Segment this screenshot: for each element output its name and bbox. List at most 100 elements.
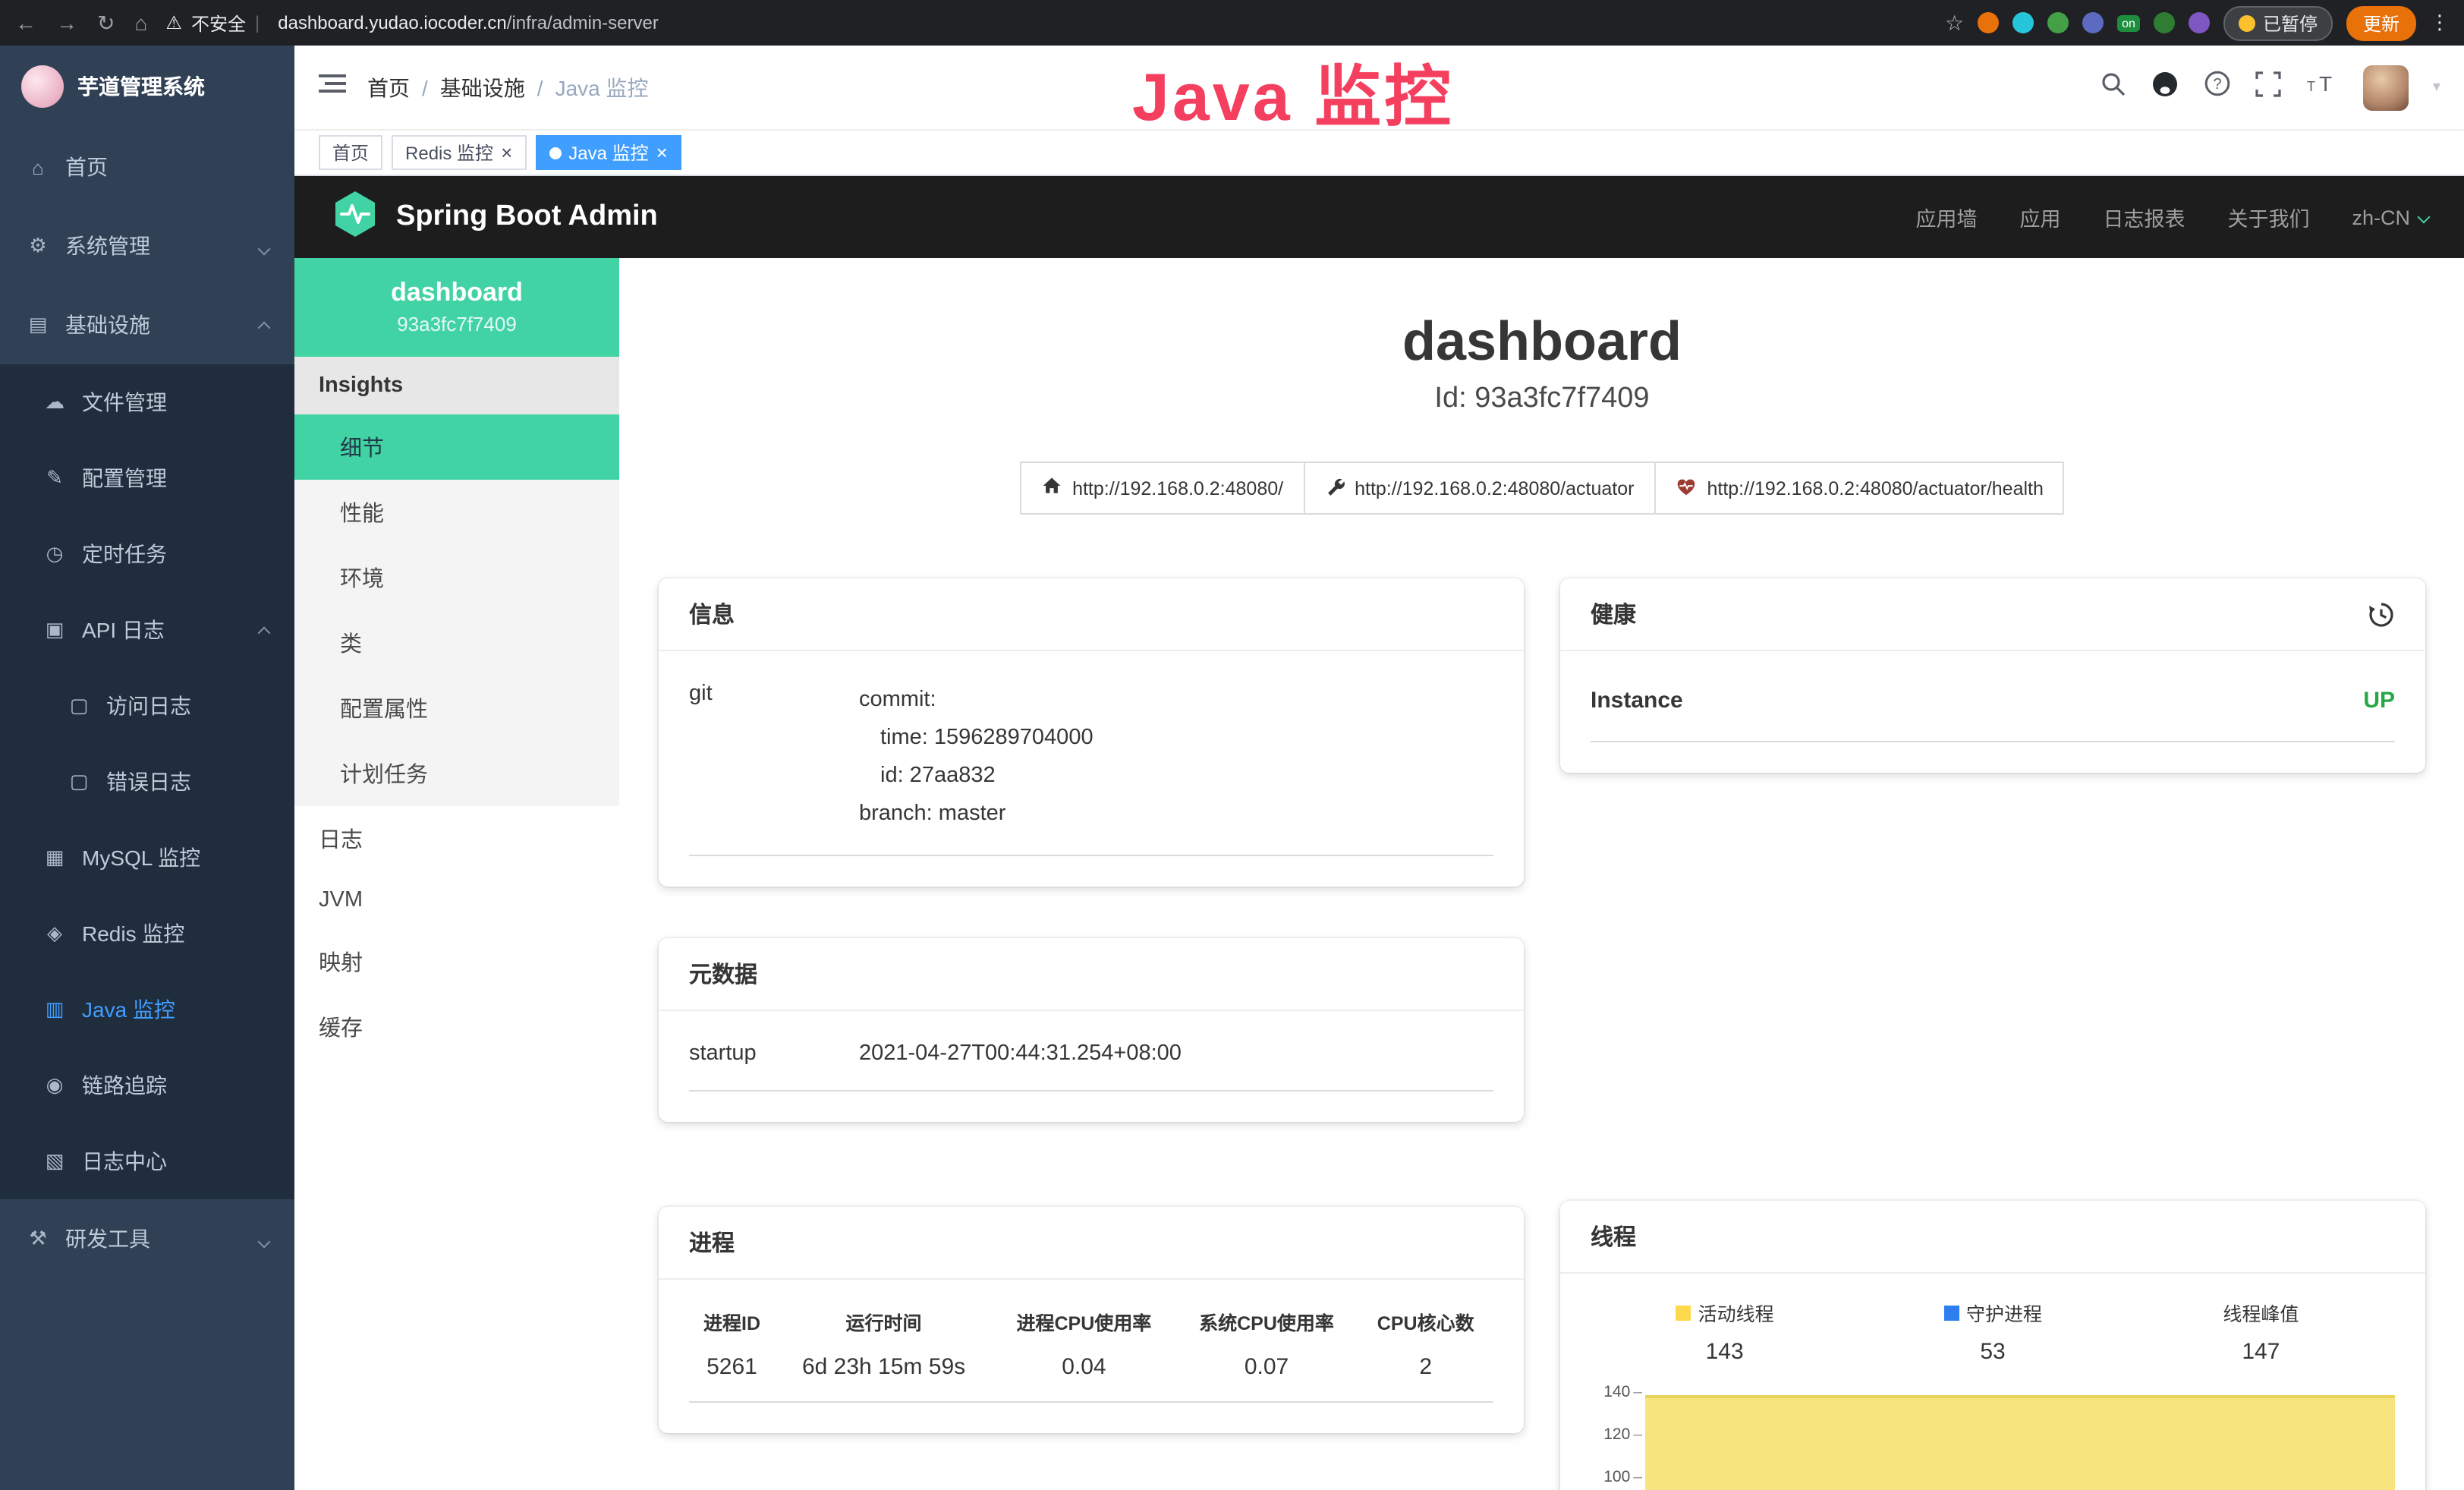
sidebar-item-label: Redis 监控 — [82, 918, 184, 949]
tab-home[interactable]: 首页 — [319, 135, 382, 170]
sidebar-item-scheduled-jobs[interactable]: ◷ 定时任务 — [0, 516, 294, 592]
help-icon[interactable]: ? — [2204, 70, 2231, 105]
sba-nav-about[interactable]: 关于我们 — [2227, 202, 2309, 232]
svg-text:?: ? — [2213, 76, 2221, 93]
sidebar-item-log-center[interactable]: ▧ 日志中心 — [0, 1123, 294, 1199]
tab-redis-monitor[interactable]: Redis 监控 × — [392, 135, 526, 170]
extension-on-badge[interactable]: on — [2117, 14, 2140, 31]
extension-icon[interactable] — [2189, 12, 2210, 33]
hamburger-icon[interactable] — [319, 73, 346, 102]
sidebar-item-java-monitor[interactable]: ▥ Java 监控 — [0, 972, 294, 1047]
paused-badge[interactable]: 已暂停 — [2223, 5, 2333, 40]
extension-icon[interactable] — [2154, 12, 2175, 33]
info-key: git — [689, 682, 859, 833]
search-icon[interactable] — [2101, 71, 2126, 104]
extension-icon[interactable] — [2012, 12, 2034, 33]
reload-icon[interactable]: ↻ — [97, 10, 115, 36]
sba-nav-applications[interactable]: 应用 — [2019, 202, 2060, 232]
sidebar-item-label: 研发工具 — [65, 1224, 150, 1254]
metadata-key: startup — [689, 1041, 859, 1066]
back-icon[interactable]: ← — [15, 10, 36, 36]
breadcrumb-home[interactable]: 首页 — [367, 72, 410, 102]
sba-menu-mappings[interactable]: 映射 — [294, 929, 619, 994]
address-bar[interactable]: dashboard.yudao.iocoder.cn/infra/admin-s… — [278, 12, 659, 33]
extension-icon[interactable] — [1978, 12, 1999, 33]
page-subtitle: Id: 93a3fc7f7409 — [619, 383, 2464, 416]
svg-text:T: T — [2319, 72, 2332, 96]
sidebar-item-label: 系统管理 — [65, 231, 150, 261]
sidebar-item-error-log[interactable]: ▢ 错误日志 — [0, 744, 294, 820]
process-header-row: 进程ID 运行时间 进程CPU使用率 系统CPU使用率 CPU核心数 — [689, 1292, 1493, 1345]
sidebar-item-label: MySQL 监控 — [82, 843, 200, 873]
extensions-puzzle-icon[interactable] — [2082, 12, 2104, 33]
info-row-git: git commit: time: 1596289704000 id: 27aa… — [689, 663, 1493, 856]
sidebar-item-mysql-monitor[interactable]: ▦ MySQL 监控 — [0, 820, 294, 896]
browser-menu-icon[interactable]: ⋮ — [2430, 11, 2450, 35]
legend-swatch-yellow — [1676, 1305, 1691, 1320]
sba-menu-environment[interactable]: 环境 — [294, 545, 619, 610]
actuator-url-link[interactable]: http://192.168.0.2:48080/actuator — [1303, 461, 1655, 515]
sidebar-item-dev-tools[interactable]: ⚒ 研发工具 — [0, 1199, 294, 1278]
update-button[interactable]: 更新 — [2346, 5, 2416, 40]
service-url-link[interactable]: http://192.168.0.2:48080/ — [1019, 461, 1304, 515]
sidebar-item-tracing[interactable]: ◉ 链路追踪 — [0, 1047, 294, 1123]
sidebar-item-config-manage[interactable]: ✎ 配置管理 — [0, 440, 294, 516]
close-icon[interactable]: × — [656, 143, 668, 162]
timer-icon: ◷ — [42, 542, 67, 566]
legend-value: 53 — [1858, 1339, 2126, 1365]
sba-nav-wall[interactable]: 应用墙 — [1915, 202, 1977, 232]
sba-menu-scheduled-tasks[interactable]: 计划任务 — [294, 741, 619, 806]
annotation-text: Java 监控 — [1132, 43, 1454, 140]
bookmark-star-icon[interactable]: ☆ — [1945, 10, 1964, 36]
extension-icon[interactable] — [2047, 12, 2069, 33]
sba-brand-title[interactable]: Spring Boot Admin — [396, 200, 658, 234]
security-label[interactable]: 不安全 — [191, 10, 246, 36]
sba-nav-journal[interactable]: 日志报表 — [2103, 202, 2185, 232]
sidebar-item-redis-monitor[interactable]: ◈ Redis 监控 — [0, 896, 294, 972]
sba-logo-icon — [331, 189, 379, 245]
close-icon[interactable]: × — [501, 143, 512, 162]
tab-label: Redis 监控 — [405, 140, 493, 165]
app-logo[interactable]: 芋道管理系统 — [0, 46, 294, 128]
sba-menu-details[interactable]: 细节 — [294, 414, 619, 480]
breadcrumb-infra[interactable]: 基础设施 — [440, 72, 525, 102]
sba-menu-jvm[interactable]: JVM — [294, 871, 619, 929]
git-time-line: time: 1596289704000 — [880, 720, 1493, 758]
home-icon[interactable]: ⌂ — [134, 10, 147, 36]
avatar-caret-icon[interactable]: ▾ — [2433, 79, 2440, 96]
avatar[interactable] — [2363, 65, 2409, 110]
breadcrumb: 首页 / 基础设施 / Java 监控 — [367, 72, 649, 102]
cell-value: 0.04 — [993, 1345, 1175, 1402]
live-threads-area — [1645, 1395, 2395, 1490]
sba-menu-logs[interactable]: 日志 — [294, 806, 619, 871]
sba-instance-header[interactable]: dashboard 93a3fc7f7409 — [294, 258, 619, 357]
sba-menu-metrics[interactable]: 性能 — [294, 480, 619, 545]
sba-menu-config-props[interactable]: 配置属性 — [294, 676, 619, 741]
sidebar-item-api-logs[interactable]: ▣ API 日志 — [0, 592, 294, 668]
column-header: 系统CPU使用率 — [1175, 1292, 1358, 1345]
sidebar-item-infra[interactable]: ▤ 基础设施 — [0, 285, 294, 364]
legend-daemon-threads: 守护进程 53 — [1858, 1298, 2126, 1365]
cell-value: 5261 — [689, 1345, 775, 1402]
health-url-link[interactable]: http://192.168.0.2:48080/actuator/health — [1654, 461, 2064, 515]
tab-java-monitor[interactable]: Java 监控× — [535, 135, 681, 170]
legend-label: 活动线程 — [1698, 1298, 1774, 1327]
forward-icon[interactable]: → — [56, 10, 77, 36]
sidebar-item-access-log[interactable]: ▢ 访问日志 — [0, 668, 294, 744]
infra-submenu: ☁ 文件管理 ✎ 配置管理 ◷ 定时任务 ▣ API 日志 ▢ — [0, 364, 294, 1199]
sba-menu-classes[interactable]: 类 — [294, 610, 619, 676]
sba-locale-select[interactable]: zh-CN — [2352, 206, 2428, 228]
sidebar-item-file-manage[interactable]: ☁ 文件管理 — [0, 364, 294, 440]
sidebar-item-home[interactable]: ⌂ 首页 — [0, 128, 294, 206]
sidebar-item-system[interactable]: ⚙ 系统管理 — [0, 206, 294, 285]
sidebar-item-label: API 日志 — [82, 615, 165, 645]
font-size-icon[interactable]: TT — [2305, 71, 2339, 103]
metadata-value: 2021-04-27T00:44:31.254+08:00 — [859, 1041, 1182, 1066]
github-icon[interactable] — [2151, 69, 2179, 106]
fullscreen-icon[interactable] — [2255, 71, 2281, 104]
history-icon[interactable] — [2368, 600, 2395, 628]
health-instance-row: Instance UP — [1591, 663, 2395, 742]
sba-menu-caches[interactable]: 缓存 — [294, 994, 619, 1060]
legend-swatch-blue — [1943, 1305, 1959, 1320]
app-sidebar: 芋道管理系统 ⌂ 首页 ⚙ 系统管理 ▤ 基础设施 ☁ 文件管理 — [0, 46, 294, 1490]
